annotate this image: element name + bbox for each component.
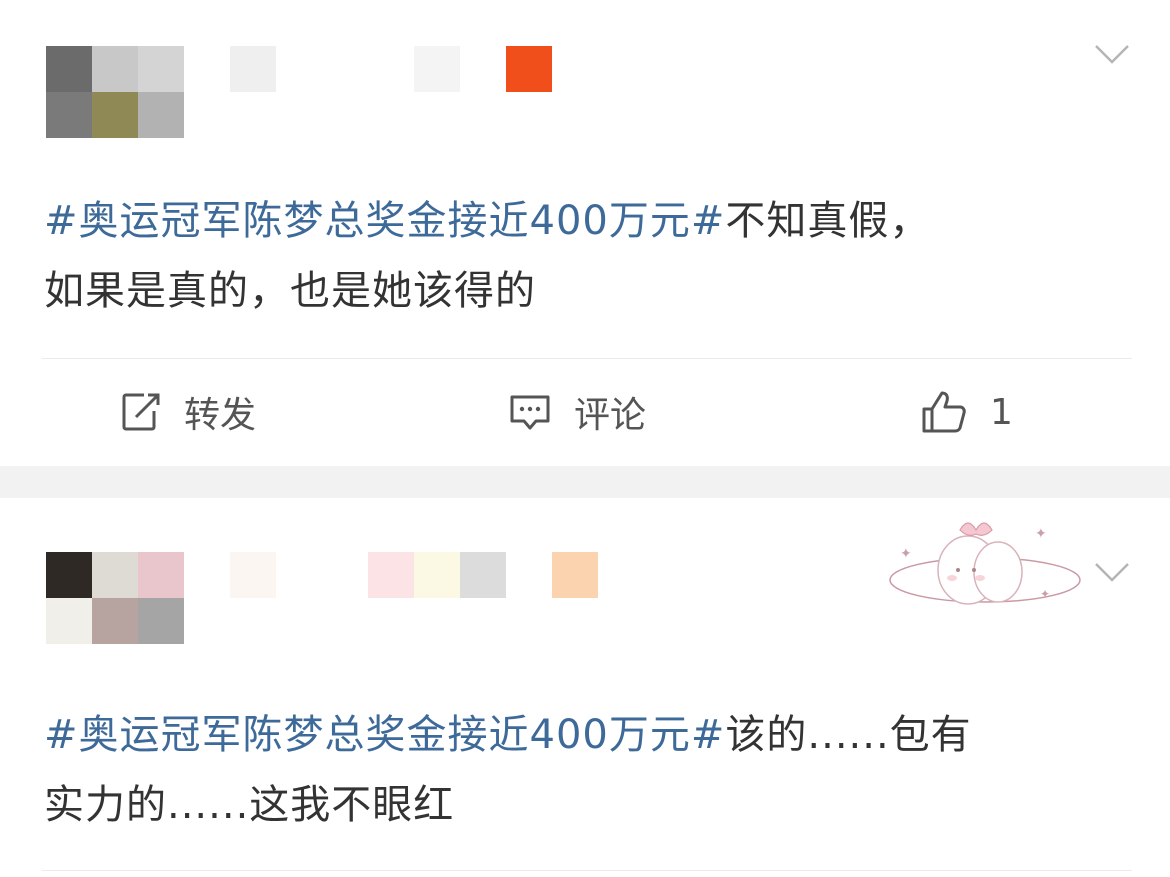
post-card-1: #奥运冠军陈梦总奖金接近400万元#不知真假， 如果是真的，也是她该得的 转发 … [0,0,1170,466]
username-mosaic-cell [368,552,414,598]
avatar[interactable] [46,552,184,644]
hashtag-link[interactable]: #奥运冠军陈梦总奖金接近400万元# [44,712,725,758]
comment-button[interactable]: 评论 [508,372,646,452]
username-mosaic-cell [552,552,598,598]
post-text-line-1: #奥运冠军陈梦总奖金接近400万元#不知真假， [44,186,930,256]
username-mosaic-cell [414,552,460,598]
like-count: 1 [990,391,1013,433]
comment-label: 评论 [574,395,647,436]
post-card-2: ✦ ✦ ✦ #奥运冠军陈梦总奖金接近400万元#该的......包有 实力的..… [0,498,1170,877]
svg-text:✦: ✦ [900,546,912,562]
repost-button[interactable]: 转发 [120,372,256,452]
post-text-line-1: #奥运冠军陈梦总奖金接近400万元#该的......包有 [44,700,972,770]
avatar-mosaic-cell [92,552,138,598]
post-body: 该的......包有 [725,712,972,758]
avatar[interactable] [46,46,184,138]
chevron-down-icon[interactable] [1094,560,1130,584]
username-mosaic-cell [460,552,506,598]
avatar-mosaic-cell [46,92,92,138]
avatar-mosaic-cell [92,92,138,138]
username-mosaic-cell [230,552,276,598]
like-button[interactable]: 1 [920,372,1013,452]
avatar-mosaic-cell [92,598,138,644]
comment-icon [510,395,550,430]
repost-label: 转发 [184,395,257,436]
avatar-mosaic-cell [138,46,184,92]
avatar-mosaic-cell [46,46,92,92]
avatar-mosaic-cell [46,552,92,598]
svg-text:✦: ✦ [1040,587,1050,601]
post-body: 不知真假， [725,198,931,244]
post-text-line-2: 如果是真的，也是她该得的 [44,268,536,314]
action-bar: 转发 评论 1 [0,372,1170,452]
share-icon [122,393,160,431]
username-mosaic-cell [414,46,460,92]
avatar-mosaic-cell [138,552,184,598]
username-mosaic-cell [506,46,552,92]
svg-text:✦: ✦ [1035,526,1047,542]
divider [42,870,1132,871]
avatar-mosaic-cell [92,46,138,92]
bunny-sticker-icon: ✦ ✦ ✦ [889,522,1081,605]
username-mosaic-cell [368,46,414,92]
username-mosaic-cell [230,46,276,92]
chevron-down-icon[interactable] [1094,42,1130,66]
avatar-mosaic-cell [138,598,184,644]
thumbs-up-icon [922,391,966,433]
avatar-mosaic-cell [138,92,184,138]
divider [42,358,1132,359]
avatar-mosaic-cell [46,598,92,644]
post-text-line-2: 实力的......这我不眼红 [44,782,455,828]
hashtag-link[interactable]: #奥运冠军陈梦总奖金接近400万元# [44,198,725,244]
